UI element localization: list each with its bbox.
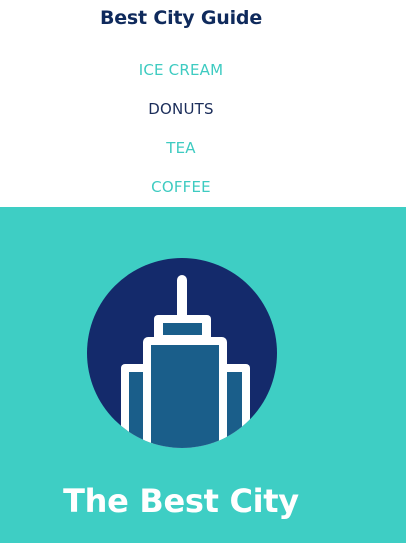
antenna (177, 275, 187, 320)
skyscraper-icon (87, 258, 277, 448)
site-title: Best City Guide (99, 7, 263, 29)
nav-link-tea[interactable]: TEA (166, 139, 196, 157)
nav-link-ice-cream[interactable]: ICE CREAM (139, 61, 224, 79)
nav-link-donuts[interactable]: DONUTS (148, 100, 213, 118)
tower-fill (151, 345, 219, 448)
nav-item-tea: TEA (0, 135, 362, 174)
hero-section: The Best City (0, 207, 406, 543)
right-wing-fill (226, 372, 242, 448)
nav-link-coffee[interactable]: COFFEE (151, 178, 211, 196)
main-nav: ICE CREAM DONUTS TEA COFFEE (0, 57, 362, 213)
left-wing-fill (129, 372, 145, 448)
nav-item-ice-cream: ICE CREAM (0, 57, 362, 96)
top-block-fill (163, 323, 202, 335)
hero-title: The Best City (63, 482, 299, 520)
nav-item-donuts: DONUTS (0, 96, 362, 135)
site-header: Best City Guide ICE CREAM DONUTS TEA COF… (0, 0, 406, 207)
